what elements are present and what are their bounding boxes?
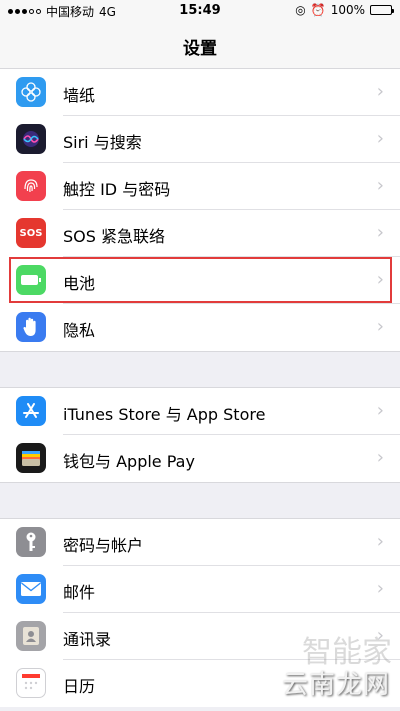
row-label: 日历 [63, 677, 96, 696]
battery-status-icon [370, 5, 394, 15]
navigation-bar: 设置 [0, 22, 400, 69]
settings-row-itunes-app-store[interactable]: iTunes Store 与 App Store › [0, 388, 400, 435]
row-label: 通讯录 [63, 630, 112, 649]
row-label: Siri 与搜索 [63, 133, 142, 152]
row-label: 隐私 [63, 321, 96, 340]
chevron-right-icon: › [376, 128, 384, 149]
settings-row-wallet[interactable]: 钱包与 Apple Pay › [0, 435, 400, 482]
status-right: ◎ ⏰ 100% [295, 3, 394, 17]
settings-row-mail[interactable]: 邮件 › [0, 566, 400, 613]
row-label: 密码与帐户 [63, 536, 144, 555]
settings-group-1: 墙纸 › Siri 与搜索 › 触控 ID 与密码 › SOS SOS 紧急联络… [0, 68, 400, 352]
settings-row-siri[interactable]: Siri 与搜索 › [0, 116, 400, 163]
chevron-right-icon: › [376, 175, 384, 196]
key-icon [16, 527, 46, 557]
hand-icon [16, 312, 46, 342]
chevron-right-icon: › [376, 447, 384, 468]
settings-row-passwords-accounts[interactable]: 密码与帐户 › [0, 519, 400, 566]
alarm-icon: ⏰ [310, 3, 326, 17]
fingerprint-icon [16, 171, 46, 201]
page-title: 设置 [183, 39, 217, 59]
highlight-box [9, 257, 392, 303]
row-label: 邮件 [63, 583, 96, 602]
settings-row-sos[interactable]: SOS SOS 紧急联络 › [0, 210, 400, 257]
chevron-right-icon: › [376, 316, 384, 337]
row-label: iTunes Store 与 App Store [63, 405, 266, 424]
chevron-right-icon: › [376, 222, 384, 243]
rotation-lock-icon: ◎ [295, 3, 306, 17]
row-label: 墙纸 [63, 86, 96, 105]
chevron-right-icon: › [376, 531, 384, 552]
chevron-right-icon: › [376, 400, 384, 421]
sos-icon: SOS [16, 218, 46, 248]
row-label: 钱包与 Apple Pay [63, 452, 195, 471]
settings-row-wallpaper[interactable]: 墙纸 › [0, 69, 400, 116]
contacts-icon [16, 621, 46, 651]
settings-group-2: iTunes Store 与 App Store › 钱包与 Apple Pay… [0, 387, 400, 483]
wallpaper-icon [16, 77, 46, 107]
settings-row-privacy[interactable]: 隐私 › [0, 304, 400, 351]
status-bar: 中国移动 4G 15:49 ◎ ⏰ 100% [0, 0, 400, 22]
chevron-right-icon: › [376, 81, 384, 102]
battery-percent: 100% [330, 3, 365, 17]
chevron-right-icon: › [376, 578, 384, 599]
calendar-icon [16, 668, 46, 698]
row-label: SOS 紧急联络 [63, 227, 165, 246]
settings-row-touch-id[interactable]: 触控 ID 与密码 › [0, 163, 400, 210]
wallet-icon [16, 443, 46, 473]
row-label: 触控 ID 与密码 [63, 180, 171, 199]
mail-icon [16, 574, 46, 604]
watermark-bottom: 云南龙网 [281, 670, 390, 700]
siri-icon [16, 124, 46, 154]
app-store-icon [16, 396, 46, 426]
